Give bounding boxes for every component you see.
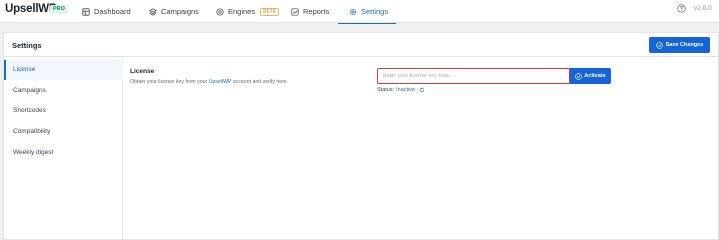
sidebar-item-weekly-digest[interactable]: Weekly digest: [4, 143, 123, 163]
sidebar-item-license[interactable]: License: [4, 60, 123, 80]
nav-dashboard[interactable]: Dashboard: [82, 0, 131, 23]
license-key-input[interactable]: Enter your license key here...: [377, 68, 570, 84]
engines-icon: [216, 7, 224, 16]
settings-panel: Settings Save Changes License Campaigns …: [3, 32, 719, 240]
nav-dashboard-label: Dashboard: [94, 7, 131, 16]
top-nav-bar: UpsellWP PRO Dashboard Campaigns Engines…: [0, 0, 719, 24]
nav-campaigns-label: Campaigns: [161, 7, 199, 16]
nav-engines-label: Engines: [228, 7, 256, 16]
version-label: v2.0.0: [694, 5, 712, 12]
settings-sidebar: License Campaigns Shortcodes Compatibili…: [4, 57, 123, 240]
refresh-icon[interactable]: [419, 87, 425, 93]
campaigns-icon: [149, 7, 157, 16]
nav-settings[interactable]: Settings: [338, 0, 396, 24]
nav-reports-label: Reports: [303, 7, 330, 16]
nav-settings-label: Settings: [361, 7, 389, 16]
license-description: Obtain your license key from your Upsell…: [130, 79, 288, 85]
status-badge: Inactive: [396, 87, 416, 93]
license-section-title: License: [130, 68, 155, 75]
sidebar-item-shortcodes[interactable]: Shortcodes: [4, 101, 123, 121]
nav-engines[interactable]: Engines BETA: [216, 0, 279, 23]
sidebar-item-campaigns[interactable]: Campaigns: [4, 81, 123, 101]
beta-badge: BETA: [260, 7, 279, 16]
license-desc-suffix: account and verify here.: [231, 79, 289, 85]
license-desc-prefix: Obtain your license key from your: [130, 79, 209, 85]
brand-logo: UpsellWP: [5, 3, 57, 15]
reports-icon: [291, 7, 299, 16]
save-changes-label: Save Changes: [665, 42, 704, 48]
sidebar-item-compatibility[interactable]: Compatibility: [4, 122, 123, 142]
activate-button[interactable]: Activate: [570, 68, 611, 84]
page-title: Settings: [12, 41, 42, 50]
dashboard-icon: [82, 7, 90, 16]
check-circle-icon: [655, 41, 663, 49]
save-changes-button[interactable]: Save Changes: [649, 37, 710, 53]
gear-icon: [349, 8, 357, 15]
upsellwp-account-link[interactable]: UpsellWP: [209, 79, 232, 85]
panel-header: Settings Save Changes: [4, 33, 718, 57]
status-label: Status:: [377, 87, 395, 93]
pro-badge: PRO: [50, 4, 68, 14]
check-circle-icon: [575, 72, 583, 80]
activate-label: Activate: [584, 73, 606, 79]
license-status: Status: Inactive: [377, 87, 425, 93]
help-icon[interactable]: [677, 4, 686, 13]
nav-reports[interactable]: Reports: [291, 0, 329, 23]
nav-campaigns[interactable]: Campaigns: [149, 0, 199, 23]
